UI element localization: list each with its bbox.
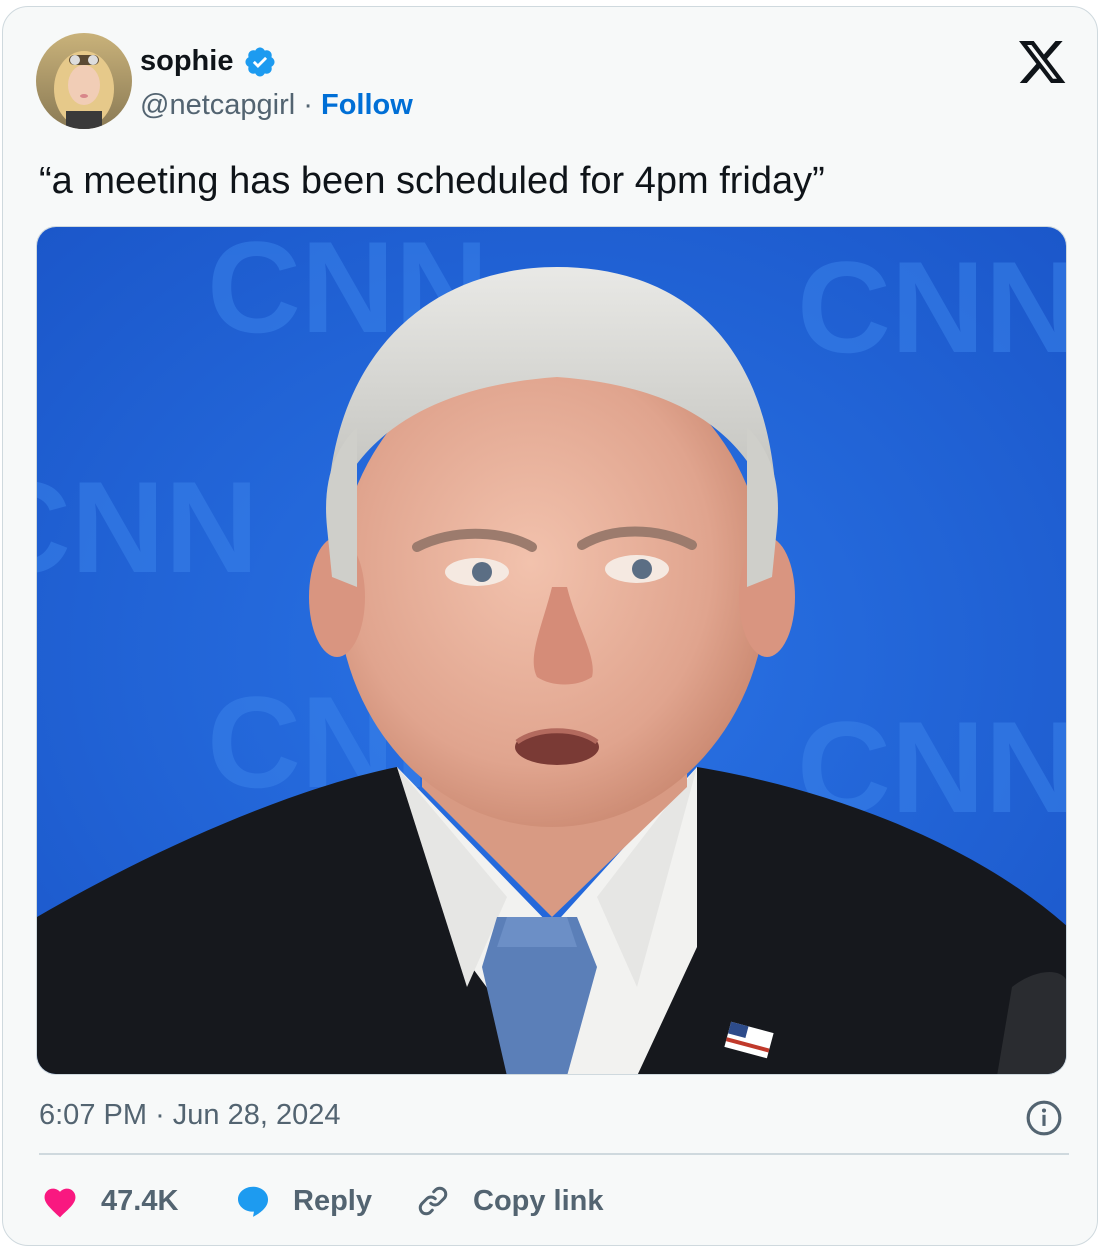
copy-link-label: Copy link bbox=[473, 1184, 604, 1217]
cnn-watermark: CNN bbox=[37, 454, 259, 600]
handle-separator: · bbox=[303, 89, 313, 121]
author-handle-row: @netcapgirl · Follow bbox=[140, 87, 413, 123]
follow-button[interactable]: Follow bbox=[321, 89, 413, 121]
copy-link-button[interactable]: Copy link bbox=[415, 1175, 604, 1227]
author-avatar[interactable] bbox=[36, 33, 132, 129]
actions-divider bbox=[39, 1153, 1069, 1155]
reply-label: Reply bbox=[293, 1184, 372, 1217]
info-icon[interactable] bbox=[1025, 1099, 1063, 1137]
tweet-media-image[interactable]: CNN CNN CNN CNN CNN bbox=[36, 226, 1067, 1075]
tweet-text: “a meeting has been scheduled for 4pm fr… bbox=[39, 160, 825, 202]
heart-icon bbox=[44, 1188, 76, 1218]
author-name[interactable]: sophie bbox=[140, 43, 233, 79]
like-count: 47.4K bbox=[101, 1184, 179, 1217]
cnn-watermark: CNN bbox=[797, 234, 1067, 380]
link-icon bbox=[418, 1186, 448, 1216]
tweet-time: 6:07 PM bbox=[39, 1099, 147, 1131]
author-handle[interactable]: @netcapgirl bbox=[140, 89, 295, 121]
speech-bubble-icon bbox=[238, 1186, 268, 1217]
timestamp-separator: · bbox=[155, 1099, 165, 1131]
x-logo-icon[interactable] bbox=[1019, 41, 1067, 85]
tweet-timestamp[interactable]: 6:07 PM · Jun 28, 2024 bbox=[39, 1097, 341, 1133]
tweet-date: Jun 28, 2024 bbox=[172, 1099, 341, 1131]
tweet-embed-card: sophie @netcapgirl · Follow “a meeting h… bbox=[2, 6, 1098, 1246]
verified-badge-icon bbox=[245, 47, 275, 77]
reply-button[interactable]: Reply bbox=[235, 1175, 372, 1227]
like-button[interactable]: 47.4K bbox=[41, 1175, 178, 1227]
